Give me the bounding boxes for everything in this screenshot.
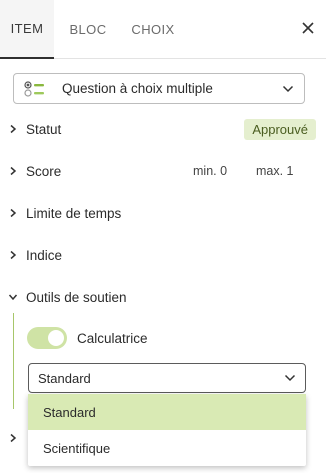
chevron-right-icon bbox=[10, 208, 17, 218]
calculatrice-toggle[interactable] bbox=[27, 327, 67, 349]
section-limite-de-temps[interactable]: Limite de temps bbox=[8, 201, 318, 225]
calculator-type-dropdown: Standard Scientifique bbox=[28, 394, 306, 466]
option-scientifique[interactable]: Scientifique bbox=[28, 430, 306, 466]
close-icon bbox=[302, 22, 314, 34]
score-min: min. 0 bbox=[193, 164, 228, 178]
chevron-right-icon bbox=[10, 433, 17, 443]
status-badge: Approuvé bbox=[244, 119, 316, 140]
section-indent-line bbox=[13, 313, 14, 409]
chevron-right-icon bbox=[10, 250, 17, 260]
section-statut-label: Statut bbox=[26, 121, 62, 137]
chevron-down-icon bbox=[284, 374, 296, 382]
option-standard[interactable]: Standard bbox=[28, 394, 306, 430]
toggle-knob bbox=[48, 330, 64, 346]
question-type-value: Question à choix multiple bbox=[62, 81, 213, 96]
tab-item[interactable]: ITEM bbox=[0, 0, 54, 59]
chevron-down-icon bbox=[8, 294, 18, 301]
multiple-choice-icon bbox=[24, 80, 44, 97]
score-max: max. 1 bbox=[256, 164, 294, 178]
calculator-type-select[interactable]: Standard bbox=[28, 363, 306, 393]
chevron-down-icon bbox=[282, 85, 294, 92]
chevron-right-icon bbox=[10, 124, 17, 134]
section-score-label: Score bbox=[26, 163, 62, 179]
section-limite-label: Limite de temps bbox=[26, 205, 122, 221]
close-button[interactable] bbox=[296, 16, 320, 40]
section-collapsed-partial[interactable] bbox=[8, 430, 28, 446]
section-indice[interactable]: Indice bbox=[8, 243, 318, 267]
chevron-right-icon bbox=[10, 166, 17, 176]
section-outils-label: Outils de soutien bbox=[26, 289, 127, 305]
tab-bar: ITEM BLOC CHOIX bbox=[0, 0, 326, 59]
tab-choix[interactable]: CHOIX bbox=[124, 0, 182, 59]
section-outils-de-soutien[interactable]: Outils de soutien bbox=[8, 285, 318, 309]
calculatrice-label: Calculatrice bbox=[77, 331, 148, 346]
question-type-select[interactable]: Question à choix multiple bbox=[13, 73, 305, 104]
tab-bloc[interactable]: BLOC bbox=[60, 0, 116, 59]
section-indice-label: Indice bbox=[26, 247, 63, 263]
calculator-type-value: Standard bbox=[38, 370, 91, 386]
